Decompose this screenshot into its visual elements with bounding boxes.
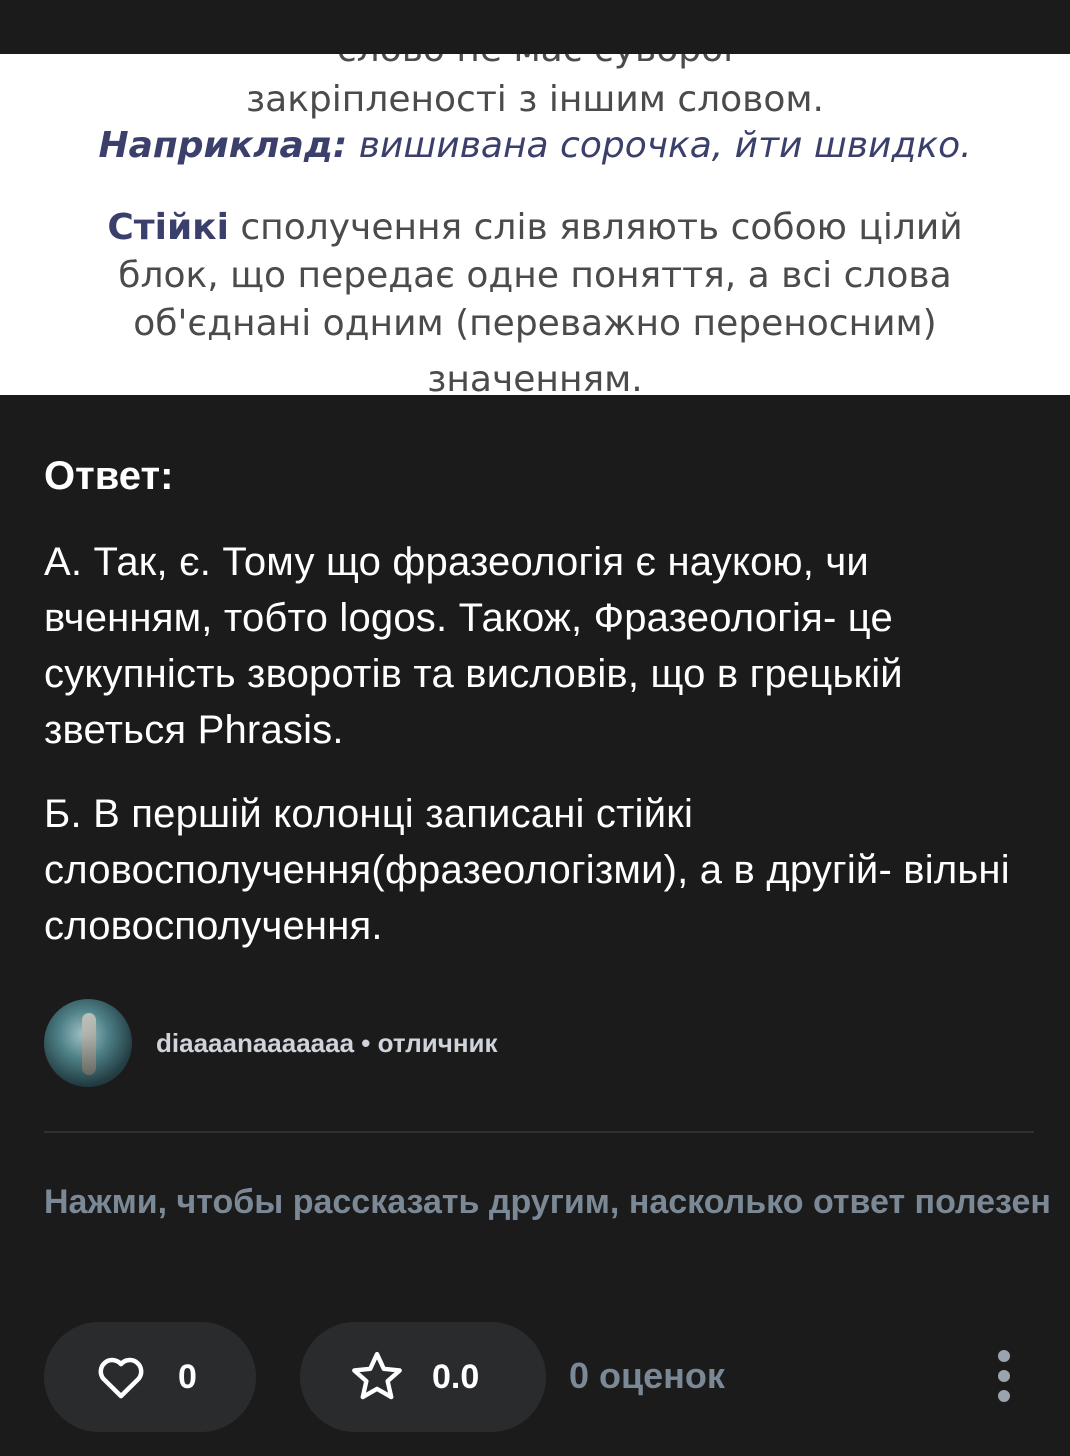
author-rank: отличник [377, 1027, 498, 1058]
more-vertical-icon[interactable] [984, 1350, 1024, 1402]
attached-image[interactable]: слово не має суворої закріпленості з інш… [0, 54, 1070, 395]
image-text-line: закріпленості з іншим словом. [245, 79, 824, 120]
image-stable-label: Стійкі [107, 207, 229, 248]
image-example-label: Наприклад: [98, 125, 348, 166]
avatar[interactable] [44, 999, 132, 1087]
author-username[interactable]: diaaaanaaaaaaa [156, 1028, 354, 1058]
answer-heading: Ответ: [44, 454, 174, 498]
rating-value: 0.0 [432, 1357, 480, 1396]
author-row[interactable]: diaaaanaaaaaaa • отличник [44, 998, 498, 1088]
image-text-line: об'єднані одним (переважно переносним) [133, 303, 937, 344]
ratings-count: 0 оценок [569, 1355, 725, 1396]
heart-outline-icon [94, 1350, 148, 1404]
author-meta: diaaaanaaaaaaa • отличник [156, 1028, 498, 1059]
more-dot [998, 1390, 1010, 1402]
image-stable-line: Стійкі сполучення слів являють собою ціл… [0, 206, 1070, 250]
rate-prompt: Нажми, чтобы рассказать другим, наскольк… [44, 1183, 1051, 1221]
top-dark-strip [0, 0, 1070, 54]
more-dot [998, 1350, 1010, 1362]
divider [44, 1131, 1034, 1133]
answer-paragraph-a: А. Так, є. Тому що фразеологія є наукою,… [44, 540, 903, 752]
answer-paragraph-b: Б. В першій колонці записані стійкі слов… [44, 792, 1010, 948]
image-example-text: вишивана сорочка, йти швидко. [347, 125, 972, 166]
rate-button[interactable]: 0.0 [300, 1322, 546, 1432]
image-example-line: Наприклад: вишивана сорочка, йти швидко. [0, 124, 1070, 168]
image-text-line: блок, що передає одне поняття, а всі сло… [118, 255, 952, 296]
image-text-cut-line: слово не має суворої [0, 54, 1070, 72]
more-dot [998, 1370, 1010, 1382]
image-stable-text: сполучення слів являють собою цілий [228, 207, 963, 248]
author-separator: • [354, 1027, 378, 1058]
like-button[interactable]: 0 [44, 1322, 256, 1432]
like-count: 0 [178, 1357, 197, 1396]
image-text-line: значенням. [427, 359, 643, 395]
star-outline-icon [348, 1348, 406, 1406]
